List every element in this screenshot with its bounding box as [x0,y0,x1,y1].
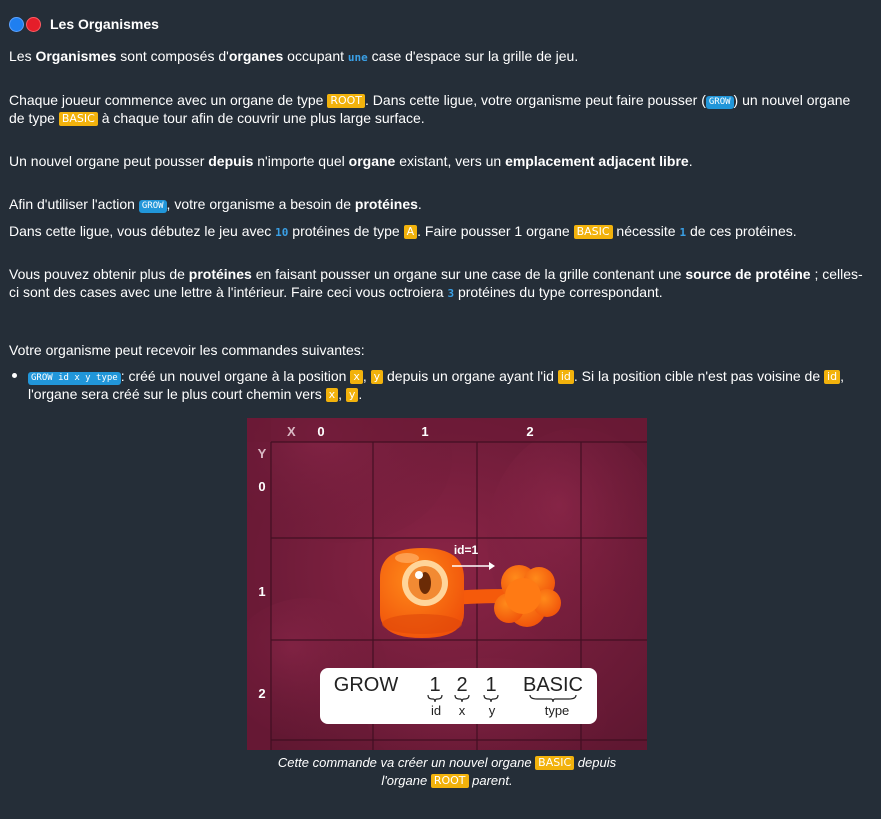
keyword-x: x [350,370,363,384]
keyword-basic: BASIC [58,112,98,126]
keyword-id: id [824,370,841,384]
blue-player-icon [9,16,24,32]
column-label: 0 [317,424,324,439]
section-title: Les Organismes [50,16,159,32]
organ-id-label: id=1 [454,543,479,557]
paragraph-protein-sources: Vous pouvez obtenir plus de protéines en… [9,266,863,300]
bullet-icon [12,373,17,378]
command-grow-description: GROW id x y type: créé un nouvel organe … [28,368,844,402]
command-arg-y: 1 [485,674,496,696]
keyword-protein-a: A [403,225,418,239]
command-box: GROW 1 2 1 BASIC id x y type [320,668,597,724]
keyword-y: y [370,370,384,384]
row-label: 2 [258,686,265,701]
paragraph-organisms: Les Organismes sont composés d'organes o… [9,48,579,64]
keyword-grow: GROW [138,200,167,213]
command-arg-type: BASIC [523,674,583,696]
keyword-root: ROOT [430,774,469,788]
section-header: Les Organismes [9,16,159,32]
paragraph-root-grow: Chaque joueur commence avec un organe de… [9,92,851,126]
command-grow-signature: GROW id x y type [28,372,121,385]
y-axis-label: Y [258,446,267,461]
keyword-basic: BASIC [535,756,575,770]
root-organ-icon [380,548,464,638]
arg-label-y: y [489,703,496,718]
keyword-une: une [347,51,368,64]
row-label: 0 [258,479,265,494]
keyword-grow: GROW [705,96,734,109]
column-label: 2 [526,424,533,439]
arg-label-x: x [459,703,466,718]
paragraph-proteins-need: Afin d'utiliser l'action GROW, votre org… [9,196,422,213]
paragraph-commands-intro: Votre organisme peut recevoir les comman… [9,342,365,358]
grow-command-diagram: X 0 1 2 Y 0 1 2 id=1 GROW 1 2 1 BASIC id… [247,418,647,750]
arg-label-id: id [431,703,441,718]
row-label: 1 [258,584,265,599]
keyword-x: x [325,388,339,402]
command-word: GROW [334,674,399,696]
x-axis-label: X [287,424,296,439]
keyword-basic: BASIC [573,225,613,239]
keyword-id: id [557,370,574,384]
keyword-y: y [345,388,359,402]
arg-label-type: type [545,703,570,718]
paragraph-proteins-start: Dans cette ligue, vous débutez le jeu av… [9,223,797,239]
keyword-root: ROOT [327,94,366,108]
column-label: 1 [421,424,428,439]
paragraph-adjacent: Un nouvel organe peut pousser depuis n'i… [9,153,693,169]
red-player-icon [26,16,41,32]
column-header-band [247,418,647,442]
number-ten: 10 [275,226,289,239]
command-arg-id: 1 [429,674,440,696]
command-arg-x: 2 [456,674,467,696]
diagram-caption: Cette commande va créer un nouvel organe… [277,755,617,788]
